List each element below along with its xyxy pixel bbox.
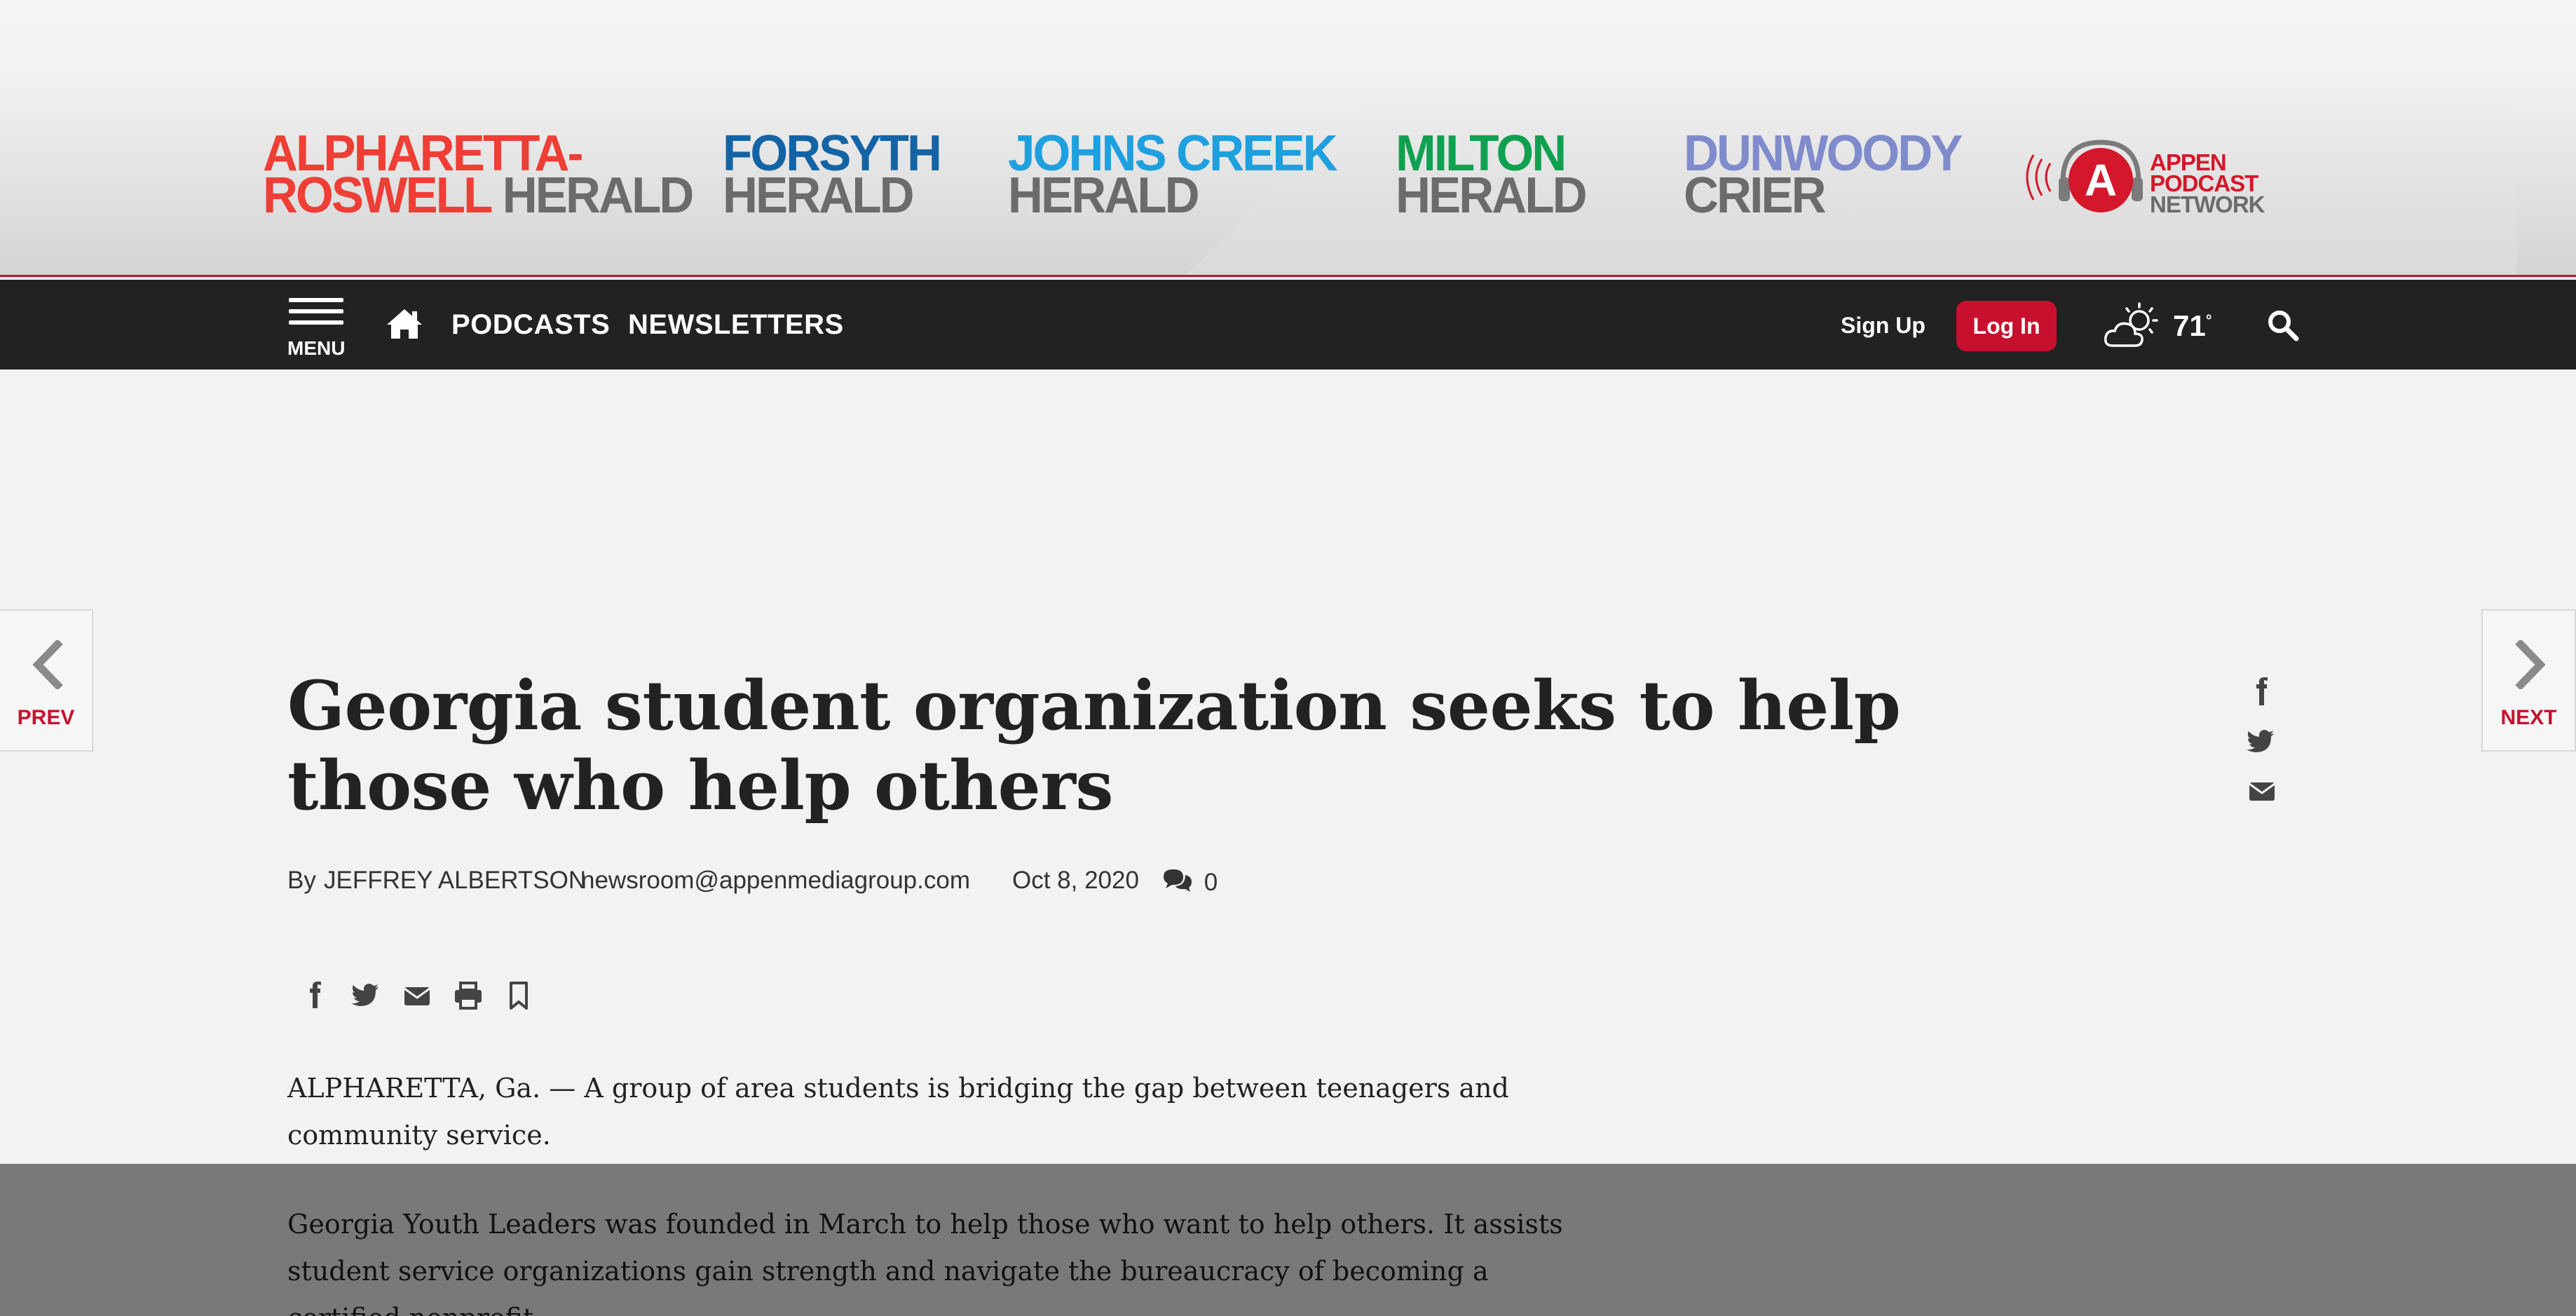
facebook-icon	[2256, 677, 2268, 705]
hamburger-icon-bar	[289, 320, 343, 325]
partly-cloudy-icon	[2104, 302, 2158, 347]
twitter-icon	[351, 984, 379, 1006]
menu-button[interactable]: MENU	[287, 295, 346, 360]
log-in-button[interactable]: Log In	[1956, 301, 2057, 351]
tool-facebook-button[interactable]	[299, 979, 332, 1012]
tool-twitter-button[interactable]	[349, 979, 383, 1012]
nav-link-podcasts[interactable]: PODCASTS	[451, 309, 610, 341]
podcast-wordmark: APPEN PODCAST NETWORK	[2150, 151, 2265, 217]
dim-overlay	[0, 1164, 2576, 1316]
tool-print-button[interactable]	[451, 979, 485, 1012]
temperature-value: 71°	[2173, 309, 2212, 342]
pub-name-line2: HERALD	[502, 168, 695, 224]
chevron-left-icon	[32, 640, 63, 689]
chevron-right-icon	[2515, 640, 2546, 689]
article-paragraph: ALPHARETTA, Ga. — A group of area studen…	[287, 1073, 1509, 1151]
facebook-icon	[310, 982, 321, 1008]
byline-prefix: By	[287, 867, 316, 894]
forsyth-herald-logo[interactable]: FORSYTH HERALD	[723, 128, 942, 224]
author-email[interactable]: newsroom@appenmediagroup.com	[581, 867, 970, 895]
comment-count: 0	[1204, 869, 1218, 896]
banner-accent-line	[0, 275, 2576, 277]
dunwoody-crier-logo[interactable]: DUNWOODY CRIER	[1684, 128, 1963, 221]
milton-herald-logo[interactable]: MILTON HERALD	[1396, 128, 1588, 224]
previous-label: PREV	[17, 706, 75, 729]
tool-email-button[interactable]	[400, 979, 434, 1012]
share-twitter-button[interactable]	[2244, 726, 2279, 757]
publish-date: Oct 8, 2020	[1012, 867, 1139, 894]
share-email-button[interactable]	[2244, 775, 2279, 806]
comments-link[interactable]: 0	[1162, 868, 1218, 897]
weather-widget[interactable]: 71°	[2103, 301, 2229, 350]
previous-article-button[interactable]: PREV	[0, 609, 93, 752]
nav-link-newsletters[interactable]: NEWSLETTERS	[628, 309, 844, 341]
printer-icon	[455, 982, 482, 1010]
pub-name-line2: HERALD	[723, 168, 915, 224]
next-article-button[interactable]: NEXT	[2481, 609, 2576, 752]
author-name[interactable]: JEFFREY ALBERTSON	[324, 867, 586, 895]
tool-bookmark-button[interactable]	[502, 979, 536, 1012]
twitter-icon	[2247, 730, 2274, 752]
main-navigation: MENU PODCASTS NEWSLETTERS Sign Up Log In…	[0, 280, 2576, 369]
search-icon	[2268, 311, 2299, 341]
alpharetta-roswell-herald-logo[interactable]: ALPHARETTA- ROSWELL HERALD	[263, 128, 694, 221]
bookmark-icon	[510, 982, 528, 1010]
svg-text:A: A	[2085, 155, 2117, 205]
article-headline: Georgia student organization seeks to he…	[287, 666, 1901, 825]
johns-creek-herald-logo[interactable]: JOHNS CREEK HERALD	[1008, 128, 1338, 221]
pub-name-line2: HERALD	[1396, 168, 1588, 224]
menu-label: MENU	[287, 337, 346, 359]
comments-icon	[1164, 869, 1192, 892]
envelope-icon	[2249, 782, 2275, 801]
sign-up-link[interactable]: Sign Up	[1841, 313, 1926, 339]
appen-podcast-network-logo[interactable]: A APPEN PODCAST NETWORK	[2022, 138, 2265, 217]
home-icon	[387, 309, 422, 339]
publication-banner: ALPHARETTA- ROSWELL HERALD FORSYTH HERAL…	[0, 0, 2576, 277]
home-button[interactable]	[386, 308, 423, 340]
pub-name-line2-accent: ROSWELL	[263, 168, 493, 224]
envelope-icon	[404, 987, 430, 1005]
hamburger-icon	[289, 298, 343, 302]
hamburger-icon-bar	[289, 309, 343, 313]
search-button[interactable]	[2267, 309, 2299, 341]
podcast-line3: NETWORK	[2150, 191, 2265, 217]
share-facebook-button[interactable]	[2244, 677, 2279, 708]
podcast-headphones-icon: A	[2026, 140, 2143, 212]
next-label: NEXT	[2500, 706, 2557, 729]
